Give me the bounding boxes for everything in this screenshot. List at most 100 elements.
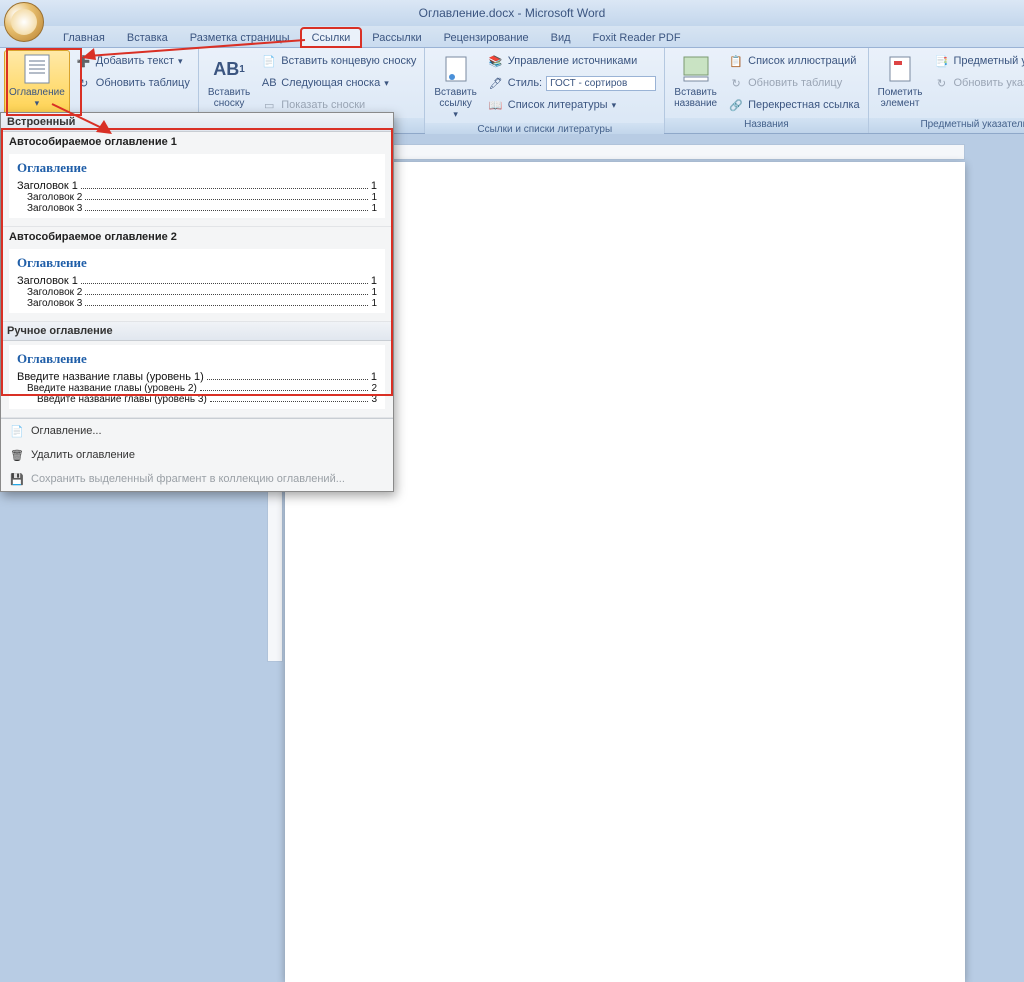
toc-row: Заголовок 3 1 (17, 298, 377, 309)
toc-entry-label: Введите название главы (уровень 3) (37, 394, 207, 405)
remove-icon: 🗑 (9, 447, 25, 463)
manage-sources-button[interactable]: 📚 Управление источниками (484, 50, 660, 72)
update-toc-label: Обновить таблицу (96, 77, 190, 89)
save-toc-button: 💾 Сохранить выделенный фрагмент в коллекц… (1, 467, 393, 491)
manage-sources-label: Управление источниками (508, 55, 637, 67)
next-footnote-label: Следующая сноска (281, 77, 380, 89)
office-button[interactable] (4, 2, 44, 42)
toc-dots (85, 192, 368, 200)
toc-dots (81, 275, 368, 284)
insert-citation-label: Вставить ссылку (434, 87, 476, 109)
toc-entry-label: Введите название главы (уровень 2) (27, 383, 197, 394)
group-citations: Вставить ссылку▾ 📚 Управление источниками… (425, 48, 665, 133)
bibliography-button[interactable]: 📖Список литературы▾ (484, 94, 660, 116)
toc-dialog-button[interactable]: 📄Оглавление... (1, 419, 393, 443)
save-toc-label: Сохранить выделенный фрагмент в коллекци… (31, 473, 345, 485)
remove-toc-button[interactable]: 🗑 Удалить оглавление (1, 443, 393, 467)
gallery-item-manual[interactable]: Оглавление Введите название главы (урове… (1, 341, 393, 418)
toc-row: Введите название главы (уровень 1) 1 (17, 371, 377, 383)
next-footnote-button[interactable]: ABСледующая сноска▾ (257, 72, 420, 94)
toc-row: Заголовок 11 (17, 180, 377, 192)
show-footnotes-label: Показать сноски (281, 99, 365, 111)
insert-index-label: Предметный указатель (953, 55, 1024, 67)
gallery-preview: Оглавление Заголовок 11Заголовок 21Загол… (9, 249, 385, 313)
toc-title: Оглавление (17, 351, 377, 367)
toc-entry-label: Введите название главы (уровень 1) (17, 371, 204, 383)
gallery-preview: Оглавление Введите название главы (урове… (9, 345, 385, 409)
toc-dots (200, 383, 369, 391)
style-value[interactable]: ГОСТ - сортиров (546, 76, 656, 91)
update-index-button[interactable]: ↻ Обновить указатель (929, 72, 1024, 94)
show-icon: ▭ (261, 97, 277, 113)
save-icon: 💾 (9, 471, 25, 487)
list-icon: 📋 (728, 53, 744, 69)
gallery-item-title: Автособираемое оглавление 2 (9, 231, 385, 243)
sources-icon: 📚 (488, 53, 504, 69)
toc-entry-label: Заголовок 3 (27, 203, 82, 214)
gallery-header-manual: Ручное оглавление (1, 322, 393, 341)
tab-view[interactable]: Вид (540, 28, 582, 47)
toc-page-number: 1 (371, 192, 377, 203)
refresh-icon: ↻ (933, 75, 949, 91)
window-title: Оглавление.docx - Microsoft Word (419, 6, 606, 20)
toc-page-number: 1 (371, 298, 377, 309)
bibliography-icon: 📖 (488, 97, 504, 113)
toc-title: Оглавление (17, 255, 377, 271)
mark-entry-label: Пометить элемент (878, 87, 923, 109)
toc-dots (85, 287, 368, 295)
group-captions: Вставить название 📋 Список иллюстраций ↻О… (665, 48, 869, 133)
mark-entry-button[interactable]: Пометить элемент (873, 50, 928, 118)
insert-index-button[interactable]: 📑 Предметный указатель (929, 50, 1024, 72)
toc-page-number: 1 (371, 180, 377, 192)
toc-entry-label: Заголовок 1 (17, 275, 78, 287)
figures-list-button[interactable]: 📋 Список иллюстраций (724, 50, 864, 72)
title-bar: Оглавление.docx - Microsoft Word (0, 0, 1024, 26)
update-figures-button[interactable]: ↻Обновить таблицу (724, 72, 864, 94)
toc-row: Введите название главы (уровень 3)3 (17, 394, 377, 405)
toc-dots (81, 180, 368, 189)
index-icon: 📑 (933, 53, 949, 69)
figures-list-label: Список иллюстраций (748, 55, 856, 67)
refresh-icon: ↻ (76, 75, 92, 91)
tab-mailings[interactable]: Рассылки (361, 28, 432, 47)
toc-page-number: 1 (371, 203, 377, 214)
tab-foxit[interactable]: Foxit Reader PDF (582, 28, 692, 47)
toc-dots (85, 298, 368, 306)
annotation-arrow-1 (80, 34, 310, 64)
toc-entry-label: Заголовок 3 (27, 298, 82, 309)
bibliography-label: Список литературы (508, 99, 608, 111)
tab-review[interactable]: Рецензирование (433, 28, 540, 47)
insert-caption-button[interactable]: Вставить название (669, 50, 722, 118)
toc-page-number: 1 (371, 371, 377, 383)
style-icon: 🖊 (488, 75, 504, 91)
toc-icon (21, 53, 53, 85)
group-captions-label: Названия (665, 118, 868, 133)
style-dropdown[interactable]: 🖊Стиль: ГОСТ - сортиров (484, 72, 660, 94)
toc-title: Оглавление (17, 160, 377, 176)
toc-page-number: 1 (371, 287, 377, 298)
toc-entry-label: Заголовок 2 (27, 287, 82, 298)
remove-toc-label: Удалить оглавление (31, 449, 135, 461)
toc-page-number: 1 (371, 275, 377, 287)
toc-dots (85, 203, 368, 211)
insert-caption-label: Вставить название (674, 87, 717, 109)
gallery-item-auto1[interactable]: Автособираемое оглавление 1 Оглавление З… (1, 132, 393, 227)
toc-entry-label: Заголовок 2 (27, 192, 82, 203)
toc-dots (210, 394, 369, 402)
gallery-item-auto2[interactable]: Автособираемое оглавление 2 Оглавление З… (1, 227, 393, 322)
chevron-down-icon: ▾ (453, 109, 458, 120)
office-logo-icon (11, 9, 37, 35)
cross-reference-button[interactable]: 🔗Перекрестная ссылка (724, 94, 864, 116)
toc-icon: 📄 (9, 423, 25, 439)
toc-row: Заголовок 2 1 (17, 192, 377, 203)
group-index-label: Предметный указатель (869, 118, 1024, 133)
toc-row: Заголовок 1 1 (17, 275, 377, 287)
update-toc-button[interactable]: ↻ Обновить таблицу (72, 72, 194, 94)
toc-dots (207, 371, 368, 380)
chevron-down-icon: ▾ (384, 78, 389, 89)
insert-citation-button[interactable]: Вставить ссылку▾ (429, 50, 481, 123)
update-index-label: Обновить указатель (953, 77, 1024, 89)
citation-icon (440, 53, 472, 85)
annotation-arrow-2 (46, 100, 126, 140)
xref-icon: 🔗 (728, 97, 744, 113)
